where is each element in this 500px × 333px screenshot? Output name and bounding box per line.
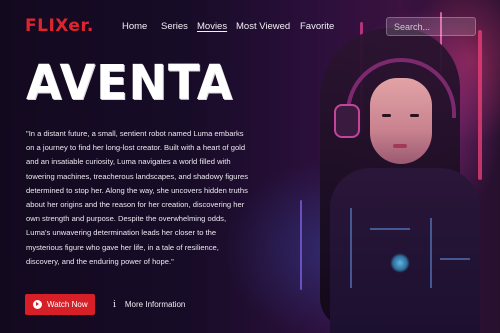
watch-now-label: Watch Now — [47, 300, 88, 309]
hero-description: "In a distant future, a small, sentient … — [26, 129, 249, 266]
character-figure — [290, 18, 480, 333]
nav-link-home[interactable]: Home — [122, 21, 147, 32]
nav-link-most-viewed[interactable]: Most Viewed — [236, 21, 290, 32]
nav-link-movies[interactable]: Movies — [197, 21, 227, 32]
watch-now-button[interactable]: Watch Now — [25, 294, 95, 315]
brand-logo[interactable]: FLIXer. — [25, 16, 94, 36]
top-nav: FLIXer. Home Series Movies Most Viewed F… — [0, 0, 500, 52]
nav-link-favorite[interactable]: Favorite — [300, 21, 334, 32]
hero-title: AVENTA — [26, 54, 234, 111]
more-information-button[interactable]: i More Information — [113, 294, 185, 315]
more-information-label: More Information — [124, 300, 186, 309]
nav-link-series[interactable]: Series — [161, 21, 188, 32]
play-circle-icon — [33, 300, 42, 309]
search-input[interactable] — [386, 17, 476, 36]
info-icon: i — [113, 299, 116, 310]
